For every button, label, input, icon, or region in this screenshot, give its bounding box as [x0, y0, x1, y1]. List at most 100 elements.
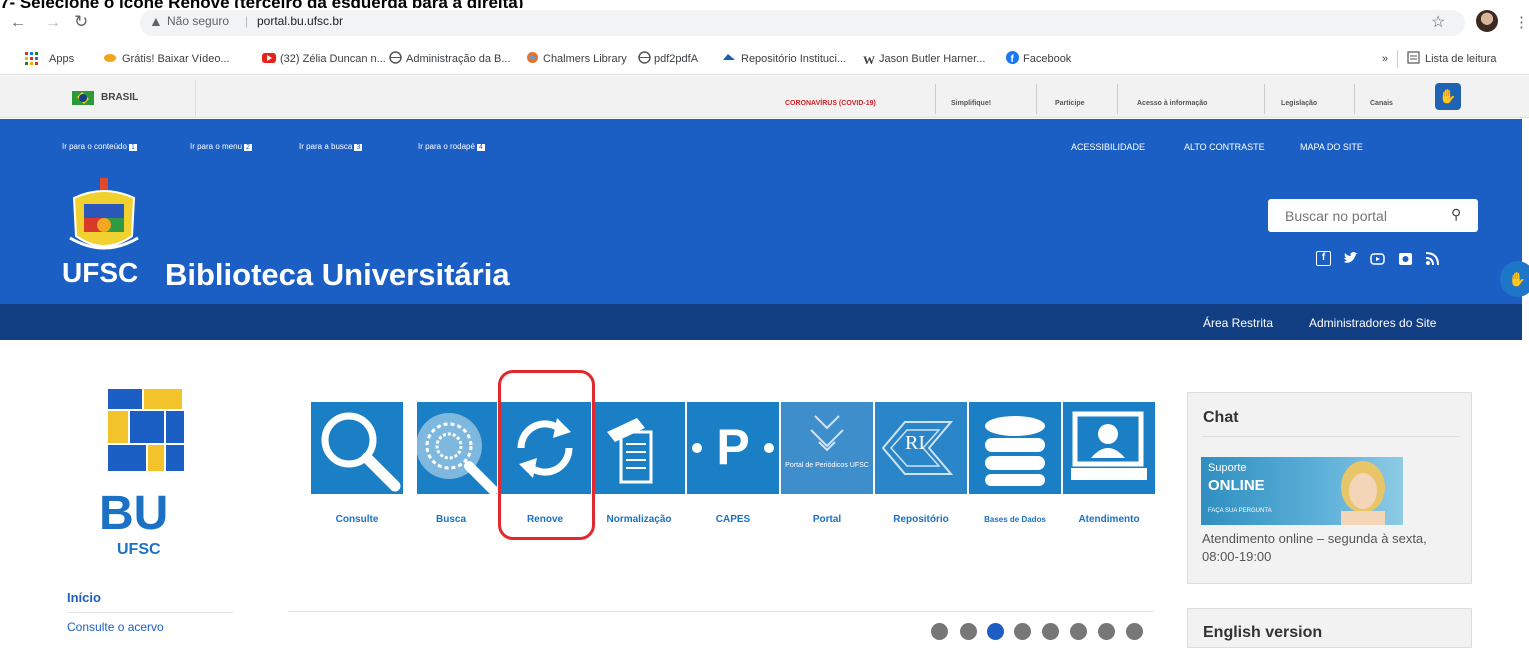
- gov-separator: [935, 84, 936, 114]
- gov-link-participe[interactable]: Participe: [1055, 100, 1085, 107]
- tile-label-repositorio[interactable]: Repositório: [875, 514, 967, 525]
- gov-brasil-link[interactable]: BRASIL: [101, 92, 138, 103]
- ufsc-wordmark[interactable]: UFSC: [62, 257, 138, 289]
- chat-divider: [1202, 436, 1460, 437]
- database-icon: [985, 416, 1045, 486]
- bookmark-administracao[interactable]: Administração da B...: [406, 53, 511, 65]
- youtube-bookmark-icon: [262, 51, 276, 64]
- support-icon: [1071, 411, 1147, 480]
- search-icon[interactable]: ⚲: [1451, 206, 1461, 223]
- bookmark-star-icon[interactable]: ☆: [1431, 12, 1445, 32]
- bookmark-jason[interactable]: Jason Butler Harner...: [879, 53, 985, 65]
- consulte-tile[interactable]: [311, 402, 403, 494]
- bu-ufsc-wordmark[interactable]: UFSC: [117, 541, 161, 559]
- bookmark-repositorio[interactable]: Repositório Instituci...: [741, 53, 846, 65]
- atendimento-tile[interactable]: [1063, 402, 1155, 494]
- site-admins-link[interactable]: Administradores do Site: [1309, 316, 1436, 330]
- facebook-bookmark-icon: f: [1006, 51, 1019, 65]
- gov-link-simplifique[interactable]: Simplifique!: [951, 100, 991, 107]
- tile-label-portal[interactable]: Portal: [781, 514, 873, 525]
- skip-link-content[interactable]: Ir para o conteúdo 1: [62, 142, 137, 151]
- brazil-flag-globe: [79, 94, 87, 102]
- high-contrast-link[interactable]: ALTO CONTRASTE: [1184, 142, 1265, 152]
- vlibras-hand-icon[interactable]: ✋: [1435, 83, 1461, 110]
- menu-item-consulte[interactable]: Consulte o acervo: [67, 620, 164, 634]
- bookmarks-divider: [1397, 50, 1398, 68]
- forward-icon[interactable]: →: [45, 14, 61, 32]
- portal-inner-text: Portal de Periódicos UFSC: [785, 462, 869, 469]
- youtube-icon[interactable]: [1370, 251, 1385, 266]
- bookmark-facebook[interactable]: Facebook: [1023, 53, 1071, 65]
- warning-icon[interactable]: ▲: [149, 13, 163, 29]
- tile-label-normalizacao[interactable]: Normalização: [593, 514, 685, 525]
- search-input[interactable]: [1268, 199, 1448, 232]
- bookmark-apps[interactable]: Apps: [49, 53, 74, 65]
- bases-de-dados-tile[interactable]: [969, 402, 1061, 494]
- busca-tile[interactable]: [405, 402, 497, 494]
- more-icon[interactable]: ⋮: [1514, 13, 1529, 31]
- security-label[interactable]: Não seguro: [167, 14, 229, 28]
- bu-logo-icon[interactable]: [100, 389, 192, 483]
- download-leaf-icon: [104, 51, 117, 64]
- skip-link-search[interactable]: Ir para a busca 3: [299, 142, 363, 151]
- tile-label-bases-de-dados[interactable]: Bases de Dados: [969, 515, 1061, 524]
- skip-link-menu[interactable]: Ir para o menu 2: [190, 142, 252, 151]
- ufsc-coat-of-arms-icon[interactable]: [62, 176, 146, 258]
- rss-icon[interactable]: [1425, 251, 1440, 266]
- carousel-dot[interactable]: [1042, 623, 1059, 640]
- carousel-dot-active[interactable]: [987, 623, 1004, 640]
- sub-navigation: [0, 304, 1522, 340]
- chat-description: Atendimento online – segunda à sexta, 08…: [1202, 531, 1427, 564]
- carousel-dot[interactable]: [1014, 623, 1031, 640]
- bookmark-zelia[interactable]: (32) Zélia Duncan n...: [280, 53, 386, 65]
- search-box[interactable]: [1268, 199, 1478, 232]
- carousel-dot[interactable]: [1126, 623, 1143, 640]
- menu-divider: [67, 612, 233, 613]
- banner-faca-pergunta: FAÇA SUA PERGUNTA: [1208, 508, 1272, 514]
- gov-link-canais[interactable]: Canais: [1370, 100, 1393, 107]
- menu-item-inicio[interactable]: Início: [67, 590, 101, 605]
- carousel-dot[interactable]: [1070, 623, 1087, 640]
- url-separator: |: [245, 14, 249, 28]
- gov-link-acesso[interactable]: Acesso à informação: [1137, 100, 1207, 107]
- gov-link-coronavirus[interactable]: CORONAVÍRUS (COVID-19): [785, 100, 876, 107]
- tile-label-atendimento[interactable]: Atendimento: [1063, 514, 1155, 525]
- apps-grid-icon[interactable]: [25, 52, 38, 65]
- more-bookmarks-chevron[interactable]: »: [1382, 53, 1388, 65]
- bookmark-gratis[interactable]: Grátis! Baixar Vídeo...: [122, 53, 230, 65]
- english-version-title[interactable]: English version: [1203, 624, 1322, 642]
- repositorio-tile[interactable]: RI: [875, 402, 967, 494]
- restricted-area-link[interactable]: Área Restrita: [1203, 316, 1273, 330]
- carousel-dot[interactable]: [960, 623, 977, 640]
- capes-tile[interactable]: P: [687, 402, 779, 494]
- portal-periodicos-icon: [810, 415, 844, 452]
- globe-icon: [405, 402, 497, 494]
- chat-title: Chat: [1203, 409, 1239, 426]
- url-text[interactable]: portal.bu.ufsc.br: [257, 14, 343, 28]
- tile-label-consulte[interactable]: Consulte: [311, 514, 403, 525]
- gov-separator: [1264, 84, 1265, 114]
- tile-label-busca[interactable]: Busca: [405, 514, 497, 525]
- site-title[interactable]: Biblioteca Universitária: [165, 257, 510, 293]
- bookmark-chalmers[interactable]: Chalmers Library: [543, 53, 627, 65]
- gov-link-legislacao[interactable]: Legislação: [1281, 100, 1317, 107]
- bu-wordmark[interactable]: BU: [99, 486, 168, 541]
- skip-link-footer[interactable]: Ir para o rodapé 4: [418, 142, 485, 151]
- vlibras-float-icon[interactable]: ✋: [1500, 261, 1529, 297]
- svg-text:P: P: [716, 419, 749, 475]
- tile-label-capes[interactable]: CAPES: [687, 514, 779, 525]
- accessibility-link[interactable]: ACESSIBILIDADE: [1071, 142, 1145, 152]
- facebook-icon[interactable]: f: [1316, 251, 1331, 266]
- normalizacao-tile[interactable]: [593, 402, 685, 494]
- profile-avatar[interactable]: [1476, 10, 1498, 32]
- twitter-icon[interactable]: [1343, 251, 1358, 266]
- carousel-dot[interactable]: [1098, 623, 1115, 640]
- bookmark-pdf2pdfa[interactable]: pdf2pdfA: [654, 53, 698, 65]
- portal-tile[interactable]: Portal de Periódicos UFSC: [781, 402, 873, 494]
- back-icon[interactable]: ←: [10, 14, 26, 32]
- reload-icon[interactable]: ↻: [74, 12, 88, 32]
- carousel-dot[interactable]: [931, 623, 948, 640]
- sitemap-link[interactable]: MAPA DO SITE: [1300, 142, 1363, 152]
- instagram-icon[interactable]: [1398, 251, 1413, 266]
- bookmark-reading-list[interactable]: Lista de leitura: [1425, 53, 1497, 65]
